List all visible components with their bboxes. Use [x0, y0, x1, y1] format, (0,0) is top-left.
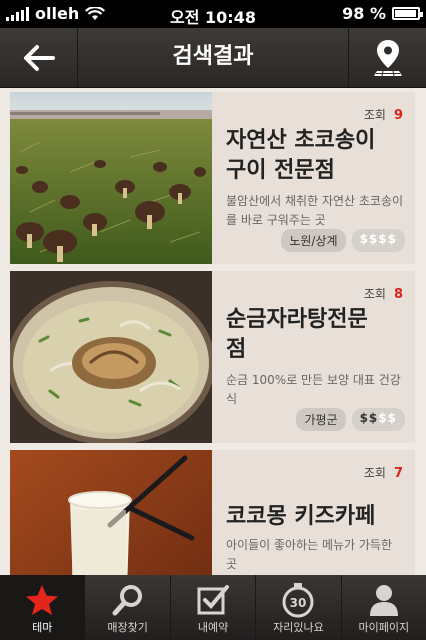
map-pin-icon [373, 40, 402, 77]
region-badge: 가평군 [296, 408, 346, 431]
page-title: 검색결과 [172, 44, 254, 69]
tab-seat-available[interactable]: 30 자리있나요 [255, 575, 340, 640]
battery-icon [392, 7, 423, 20]
result-card[interactable]: 조회 7 코코몽 키즈카페 아이들이 좋아하는 메뉴가 가득한 곳 [10, 450, 415, 575]
timer-30-icon: 30 [282, 583, 314, 618]
view-count: 조회 8 [363, 287, 403, 302]
milkshake-photo [10, 450, 212, 575]
restaurant-name: 자연산 초코송이 구이 전문점 [226, 128, 376, 183]
restaurant-description: 순금 100%로 만든 보양 대표 건강식 [226, 373, 401, 406]
status-bar: olleh 오전 10:48 98 % [0, 0, 426, 28]
results-list[interactable]: 조회 9 자연산 초코송이 구이 전문점 불암산에서 채취한 자연산 초코송이를 … [0, 88, 426, 575]
person-icon [369, 585, 398, 616]
tab-bar: 테마 매장찾기 내예약 30 자리있나요 마이페이지 [0, 575, 426, 640]
tab-label: 자리있나요 [273, 621, 324, 634]
mushroom-field-photo [10, 92, 212, 264]
restaurant-description: 불암산에서 채취한 자연산 초코송이를 바로 구워주는 곳 [226, 194, 404, 227]
restaurant-name: 순금자라탕전문 점 [226, 307, 368, 362]
result-info: 조회 9 자연산 초코송이 구이 전문점 불암산에서 채취한 자연산 초코송이를 … [212, 92, 415, 264]
price-level: $$$$ [351, 229, 405, 252]
search-icon [112, 585, 142, 616]
view-count: 조회 7 [363, 466, 403, 481]
star-icon [26, 585, 59, 615]
checkbox-icon [197, 585, 230, 615]
back-arrow-icon [23, 45, 55, 71]
view-count: 조회 9 [363, 108, 403, 123]
price-level: $$$$ [351, 408, 405, 431]
soup-bowl-photo [10, 271, 212, 443]
tab-my-reservation[interactable]: 내예약 [169, 575, 255, 640]
tab-label: 테마 [32, 621, 53, 634]
result-info: 조회 8 순금자라탕전문 점 순금 100%로 만든 보양 대표 건강식 가평군 … [212, 271, 415, 443]
tab-my-page[interactable]: 마이페이지 [340, 575, 426, 640]
nav-header: 검색결과 [0, 28, 426, 88]
map-button[interactable] [348, 28, 426, 88]
tab-label: 마이페이지 [358, 621, 410, 634]
result-card[interactable]: 조회 8 순금자라탕전문 점 순금 100%로 만든 보양 대표 건강식 가평군 … [10, 271, 415, 443]
restaurant-description: 아이들이 좋아하는 메뉴가 가득한 곳 [226, 538, 393, 571]
back-button[interactable] [0, 28, 78, 88]
restaurant-name: 코코몽 키즈카페 [226, 504, 376, 529]
tab-theme[interactable]: 테마 [0, 575, 85, 640]
result-card[interactable]: 조회 9 자연산 초코송이 구이 전문점 불암산에서 채취한 자연산 초코송이를 … [10, 92, 415, 264]
tab-store-search[interactable]: 매장찾기 [84, 575, 169, 640]
tab-label: 매장찾기 [107, 621, 148, 634]
svg-text:30: 30 [290, 596, 307, 610]
battery-percent: 98 % [342, 4, 386, 23]
result-info: 조회 7 코코몽 키즈카페 아이들이 좋아하는 메뉴가 가득한 곳 [212, 450, 415, 575]
region-badge: 노원/상계 [281, 229, 346, 252]
tab-label: 내예약 [197, 621, 229, 634]
